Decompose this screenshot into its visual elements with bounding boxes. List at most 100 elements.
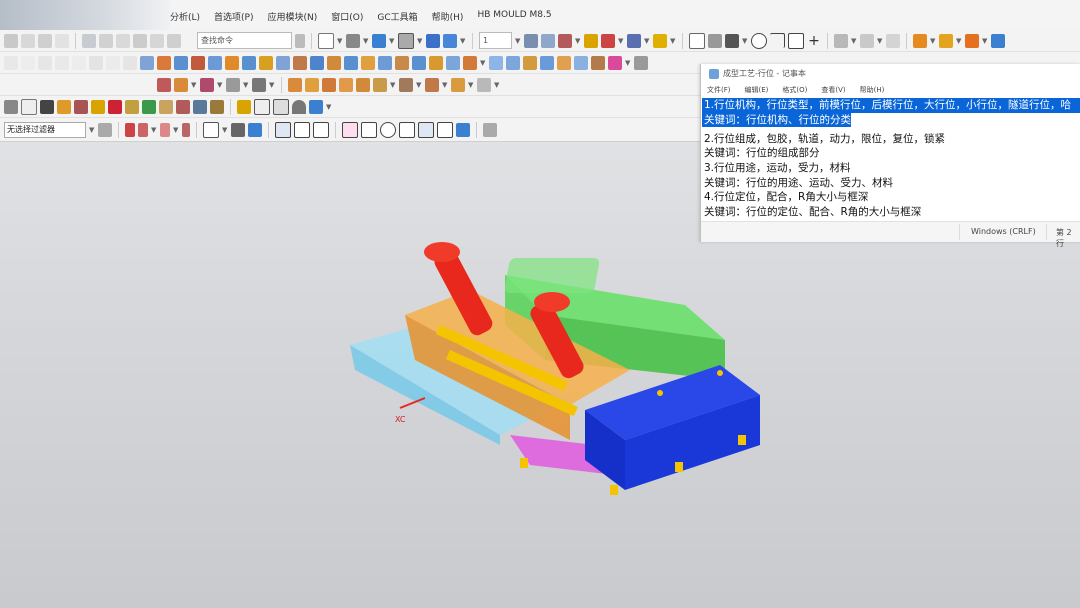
shell-icon[interactable]	[446, 55, 460, 70]
analysis-icon[interactable]	[627, 33, 641, 48]
table-icon[interactable]	[21, 98, 37, 115]
menu-hb-mould[interactable]: HB MOULD M8.5	[477, 10, 551, 23]
insert-icon[interactable]	[373, 77, 387, 92]
snap-intersect-icon[interactable]	[418, 121, 434, 138]
lifter-icon[interactable]	[288, 77, 302, 92]
blurred-icon[interactable]	[133, 33, 147, 48]
line-width-icon[interactable]	[653, 33, 667, 48]
pattern-face-icon[interactable]	[608, 55, 622, 70]
text-line[interactable]: 3.行位用途，运动，受力，材料	[702, 161, 1080, 176]
unite-icon[interactable]	[310, 55, 324, 70]
arc-icon[interactable]	[770, 33, 785, 48]
mold-3d-model[interactable]: XC	[330, 230, 780, 510]
menu-gc-toolkit[interactable]: GC工具箱	[377, 10, 417, 23]
text-line[interactable]: 关键词：行位的组成部分	[702, 146, 1080, 161]
text-line[interactable]: 关键词：行位的定位、配合、R角的大小与框深	[702, 205, 1080, 220]
text-line[interactable]: 关键词：行位机构、行位的分类	[702, 112, 851, 128]
notepad-menu-edit[interactable]: 编辑(E)	[745, 84, 769, 97]
text-line[interactable]: 1.行位机构，行位类型，前模行位，后模行位，大行位，小行位，隧道行位，哈	[702, 98, 1080, 113]
menu-preferences[interactable]: 首选项(P)	[214, 10, 253, 23]
select-window-icon[interactable]	[203, 121, 219, 138]
select-all-icon[interactable]	[231, 122, 245, 137]
hole-icon[interactable]	[191, 55, 205, 70]
blurred-icon[interactable]	[55, 55, 69, 70]
exit-icon[interactable]	[108, 99, 122, 114]
mold-icon[interactable]	[292, 99, 306, 114]
orient-icon[interactable]	[426, 33, 440, 48]
move-layer-icon[interactable]	[541, 33, 555, 48]
mold-base-icon[interactable]	[965, 33, 979, 48]
sew-icon[interactable]	[506, 55, 520, 70]
select-face-icon[interactable]	[125, 122, 135, 137]
part-nav-icon[interactable]	[248, 122, 262, 137]
layer-settings-icon[interactable]	[524, 33, 538, 48]
bom-icon[interactable]	[451, 77, 465, 92]
revolve-icon[interactable]	[157, 55, 171, 70]
blurred-icon[interactable]	[99, 33, 113, 48]
blurred-icon[interactable]	[150, 33, 164, 48]
pocket-icon[interactable]	[225, 55, 239, 70]
clipboard-icon[interactable]	[193, 99, 207, 114]
intersect-icon[interactable]	[344, 55, 358, 70]
search-icon[interactable]	[295, 33, 305, 48]
snap-mid-icon[interactable]	[294, 121, 310, 138]
shaded-icon[interactable]	[398, 32, 414, 49]
boss-icon[interactable]	[208, 55, 222, 70]
sweep-icon[interactable]	[634, 55, 648, 70]
repair-icon[interactable]	[57, 99, 71, 114]
blurred-icon[interactable]	[82, 33, 96, 48]
menu-analysis[interactable]: 分析(L)	[170, 10, 200, 23]
thicken-icon[interactable]	[523, 55, 537, 70]
notepad-menu-view[interactable]: 查看(V)	[821, 84, 845, 97]
extrude-icon[interactable]	[140, 55, 154, 70]
report-icon[interactable]	[74, 99, 88, 114]
blurred-icon[interactable]	[4, 55, 18, 70]
wcs-icon[interactable]	[558, 33, 572, 48]
offset-face-icon[interactable]	[463, 55, 477, 70]
trim-icon[interactable]	[834, 33, 848, 48]
clip-icon[interactable]	[443, 33, 457, 48]
blurred-icon[interactable]	[123, 55, 137, 70]
filter-settings-icon[interactable]	[98, 122, 112, 137]
rectangle-icon[interactable]	[788, 32, 804, 49]
ejector-icon[interactable]	[305, 77, 319, 92]
rib-icon[interactable]	[293, 55, 307, 70]
snap-quadrant-icon[interactable]	[456, 122, 470, 137]
subtract-icon[interactable]	[327, 55, 341, 70]
calc-icon[interactable]	[91, 99, 105, 114]
gate-icon[interactable]	[339, 77, 353, 92]
blurred-icon[interactable]	[106, 55, 120, 70]
mold-layout-icon[interactable]	[157, 77, 171, 92]
notepad-menu-help[interactable]: 帮助(H)	[860, 84, 885, 97]
weight-icon[interactable]	[210, 99, 224, 114]
delete-face-icon[interactable]	[557, 55, 571, 70]
sheet-icon[interactable]	[273, 98, 289, 115]
snap-center-icon[interactable]	[380, 121, 396, 138]
slider-icon[interactable]	[252, 77, 266, 92]
list-icon[interactable]	[176, 99, 190, 114]
blurred-icon[interactable]	[72, 55, 86, 70]
trim-body-icon[interactable]	[361, 55, 375, 70]
snap-point-icon[interactable]	[399, 121, 415, 138]
pattern-icon[interactable]	[708, 33, 722, 48]
blurred-icon[interactable]	[38, 55, 52, 70]
selection-filter-select[interactable]: 无选择过滤器	[4, 121, 86, 138]
block-icon[interactable]	[174, 55, 188, 70]
resize-icon[interactable]	[591, 55, 605, 70]
layer-icon[interactable]	[159, 99, 173, 114]
sketch-icon[interactable]	[689, 32, 705, 49]
settings-icon[interactable]	[4, 99, 18, 114]
core-icon[interactable]	[200, 77, 214, 92]
blurred-icon[interactable]	[55, 33, 69, 48]
snap-settings-icon[interactable]	[483, 122, 497, 137]
pad-icon[interactable]	[242, 55, 256, 70]
point-icon[interactable]: +	[807, 34, 821, 48]
text-line[interactable]: 关键词：行位的用途、运动、受力、材料	[702, 176, 1080, 191]
window-icon[interactable]	[309, 99, 323, 114]
move-face-icon[interactable]	[574, 55, 588, 70]
snap-tangent-icon[interactable]	[361, 121, 377, 138]
menu-window[interactable]: 窗口(O)	[331, 10, 363, 23]
chamfer-icon[interactable]	[412, 55, 426, 70]
snap-curve-icon[interactable]	[342, 121, 358, 138]
select-curve-icon[interactable]	[182, 122, 190, 137]
